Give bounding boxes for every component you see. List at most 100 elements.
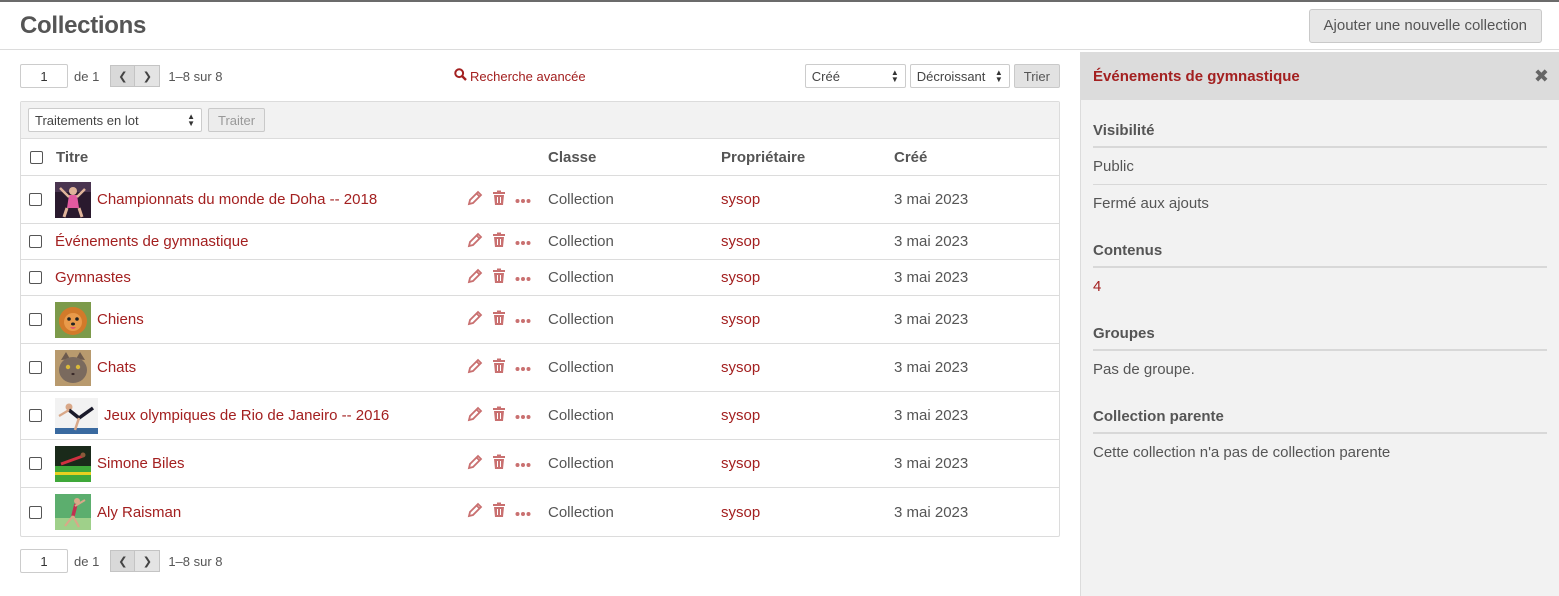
collection-created-date: 3 mai 2023: [894, 191, 969, 208]
sort-field-select[interactable]: Créé ▲ ▼: [804, 64, 906, 88]
pencil-icon[interactable]: [467, 268, 483, 288]
batch-actions-select[interactable]: Traitements en lot ▲ ▼: [28, 108, 202, 132]
table-row: Championnats du monde de Doha -- 2018 Col…: [21, 176, 1059, 224]
row-actions: [467, 502, 531, 522]
prev-page-button[interactable]: ❮: [110, 65, 136, 87]
more-options-icon[interactable]: [515, 269, 531, 286]
sort-button[interactable]: Trier: [1013, 64, 1060, 88]
collection-owner-link[interactable]: sysop: [721, 359, 760, 376]
more-options-icon[interactable]: [515, 455, 531, 472]
row-checkbox[interactable]: [29, 457, 42, 470]
more-options-icon[interactable]: [515, 191, 531, 208]
table-row: Gymnastes Collection sysop 3 mai 2023: [21, 260, 1059, 296]
row-actions: [467, 406, 531, 426]
column-owner[interactable]: Propriétaire: [721, 149, 805, 166]
parent-collection-label: Collection parente: [1093, 408, 1547, 434]
sidebar-header: Événements de gymnastique ✖: [1081, 52, 1559, 100]
chevron-left-icon: ❮: [118, 555, 128, 568]
sort-field-value: Créé: [811, 68, 840, 84]
column-created[interactable]: Créé: [894, 149, 927, 166]
row-actions: [467, 358, 531, 378]
collection-title-link[interactable]: Championnats du monde de Doha -- 2018: [97, 191, 377, 208]
column-class[interactable]: Classe: [548, 149, 596, 166]
table-row: Jeux olympiques de Rio de Janeiro -- 201…: [21, 392, 1059, 440]
pencil-icon[interactable]: [467, 310, 483, 330]
collection-title-link[interactable]: Chiens: [97, 311, 144, 328]
collection-owner-link[interactable]: sysop: [721, 455, 760, 472]
page-number-input[interactable]: [20, 64, 68, 88]
collection-owner-link[interactable]: sysop: [721, 504, 760, 521]
pencil-icon[interactable]: [467, 358, 483, 378]
page-of-label: de 1: [74, 553, 100, 569]
collection-title-link[interactable]: Jeux olympiques de Rio de Janeiro -- 201…: [104, 407, 389, 424]
select-all-checkbox[interactable]: [30, 150, 43, 164]
next-page-button[interactable]: ❯: [135, 550, 161, 572]
more-options-icon[interactable]: [515, 504, 531, 521]
trash-icon[interactable]: [492, 358, 506, 378]
trash-icon[interactable]: [492, 190, 506, 210]
search-icon: [454, 68, 467, 84]
prev-page-button[interactable]: ❮: [110, 550, 136, 572]
close-icon[interactable]: ✖: [1534, 66, 1549, 87]
visibility-label: Visibilité: [1093, 122, 1547, 148]
trash-icon[interactable]: [492, 406, 506, 426]
pencil-icon[interactable]: [467, 406, 483, 426]
sort-direction-select[interactable]: Décroissant ▲ ▼: [909, 64, 1010, 88]
row-checkbox[interactable]: [29, 193, 42, 206]
select-arrows-icon: ▲ ▼: [994, 68, 1003, 84]
row-checkbox[interactable]: [29, 409, 42, 422]
add-collection-button[interactable]: Ajouter une nouvelle collection: [1308, 8, 1542, 43]
pager-bottom: de 1 ❮ ❯ 1–8 sur 8: [20, 549, 1060, 573]
pencil-icon[interactable]: [467, 232, 483, 252]
trash-icon[interactable]: [492, 502, 506, 522]
collection-thumbnail[interactable]: [55, 445, 91, 482]
collection-class: Collection: [548, 311, 614, 328]
collection-owner-link[interactable]: sysop: [721, 311, 760, 328]
advanced-search-link[interactable]: Recherche avancée: [454, 64, 586, 88]
trash-icon[interactable]: [492, 268, 506, 288]
more-options-icon[interactable]: [515, 359, 531, 376]
table-header: Titre Classe Propriétaire Créé: [21, 139, 1059, 176]
pencil-icon[interactable]: [467, 502, 483, 522]
collection-owner-link[interactable]: sysop: [721, 407, 760, 424]
page-number-input[interactable]: [20, 549, 68, 573]
row-checkbox[interactable]: [29, 235, 42, 248]
collection-created-date: 3 mai 2023: [894, 455, 969, 472]
trash-icon[interactable]: [492, 454, 506, 474]
trash-icon[interactable]: [492, 310, 506, 330]
pencil-icon[interactable]: [467, 190, 483, 210]
sidebar-title[interactable]: Événements de gymnastique: [1093, 68, 1300, 85]
collection-thumbnail[interactable]: [55, 494, 91, 530]
collection-title-link[interactable]: Aly Raisman: [97, 504, 181, 521]
collection-title-link[interactable]: Simone Biles: [97, 455, 185, 472]
row-checkbox[interactable]: [29, 505, 42, 519]
collection-owner-link[interactable]: sysop: [721, 269, 760, 286]
row-checkbox[interactable]: [29, 361, 42, 374]
pencil-icon[interactable]: [467, 454, 483, 474]
trash-icon[interactable]: [492, 232, 506, 252]
collection-owner-link[interactable]: sysop: [721, 233, 760, 250]
collection-owner-link[interactable]: sysop: [721, 191, 760, 208]
batch-actions-value: Traitements en lot: [35, 112, 139, 128]
collection-thumbnail[interactable]: [55, 349, 91, 386]
chevron-left-icon: ❮: [118, 70, 128, 83]
batch-apply-button[interactable]: Traiter: [208, 108, 266, 132]
collection-created-date: 3 mai 2023: [894, 311, 969, 328]
collection-title-link[interactable]: Gymnastes: [55, 269, 131, 286]
row-checkbox[interactable]: [29, 313, 42, 326]
collection-thumbnail[interactable]: [55, 301, 91, 338]
column-title[interactable]: Titre: [56, 149, 88, 166]
more-options-icon[interactable]: [515, 233, 531, 250]
row-checkbox[interactable]: [29, 271, 42, 284]
next-page-button[interactable]: ❯: [135, 65, 161, 87]
contents-count-link[interactable]: 4: [1093, 268, 1547, 304]
more-options-icon[interactable]: [515, 407, 531, 424]
collection-thumbnail[interactable]: [55, 181, 91, 218]
parent-collection-value: Cette collection n'a pas de collection p…: [1093, 444, 1391, 461]
collection-thumbnail[interactable]: [55, 397, 98, 434]
collection-class: Collection: [548, 359, 614, 376]
more-options-icon[interactable]: [515, 311, 531, 328]
collection-title-link[interactable]: Événements de gymnastique: [55, 233, 248, 250]
collection-title-link[interactable]: Chats: [97, 359, 136, 376]
groups-value: Pas de groupe.: [1093, 361, 1195, 378]
